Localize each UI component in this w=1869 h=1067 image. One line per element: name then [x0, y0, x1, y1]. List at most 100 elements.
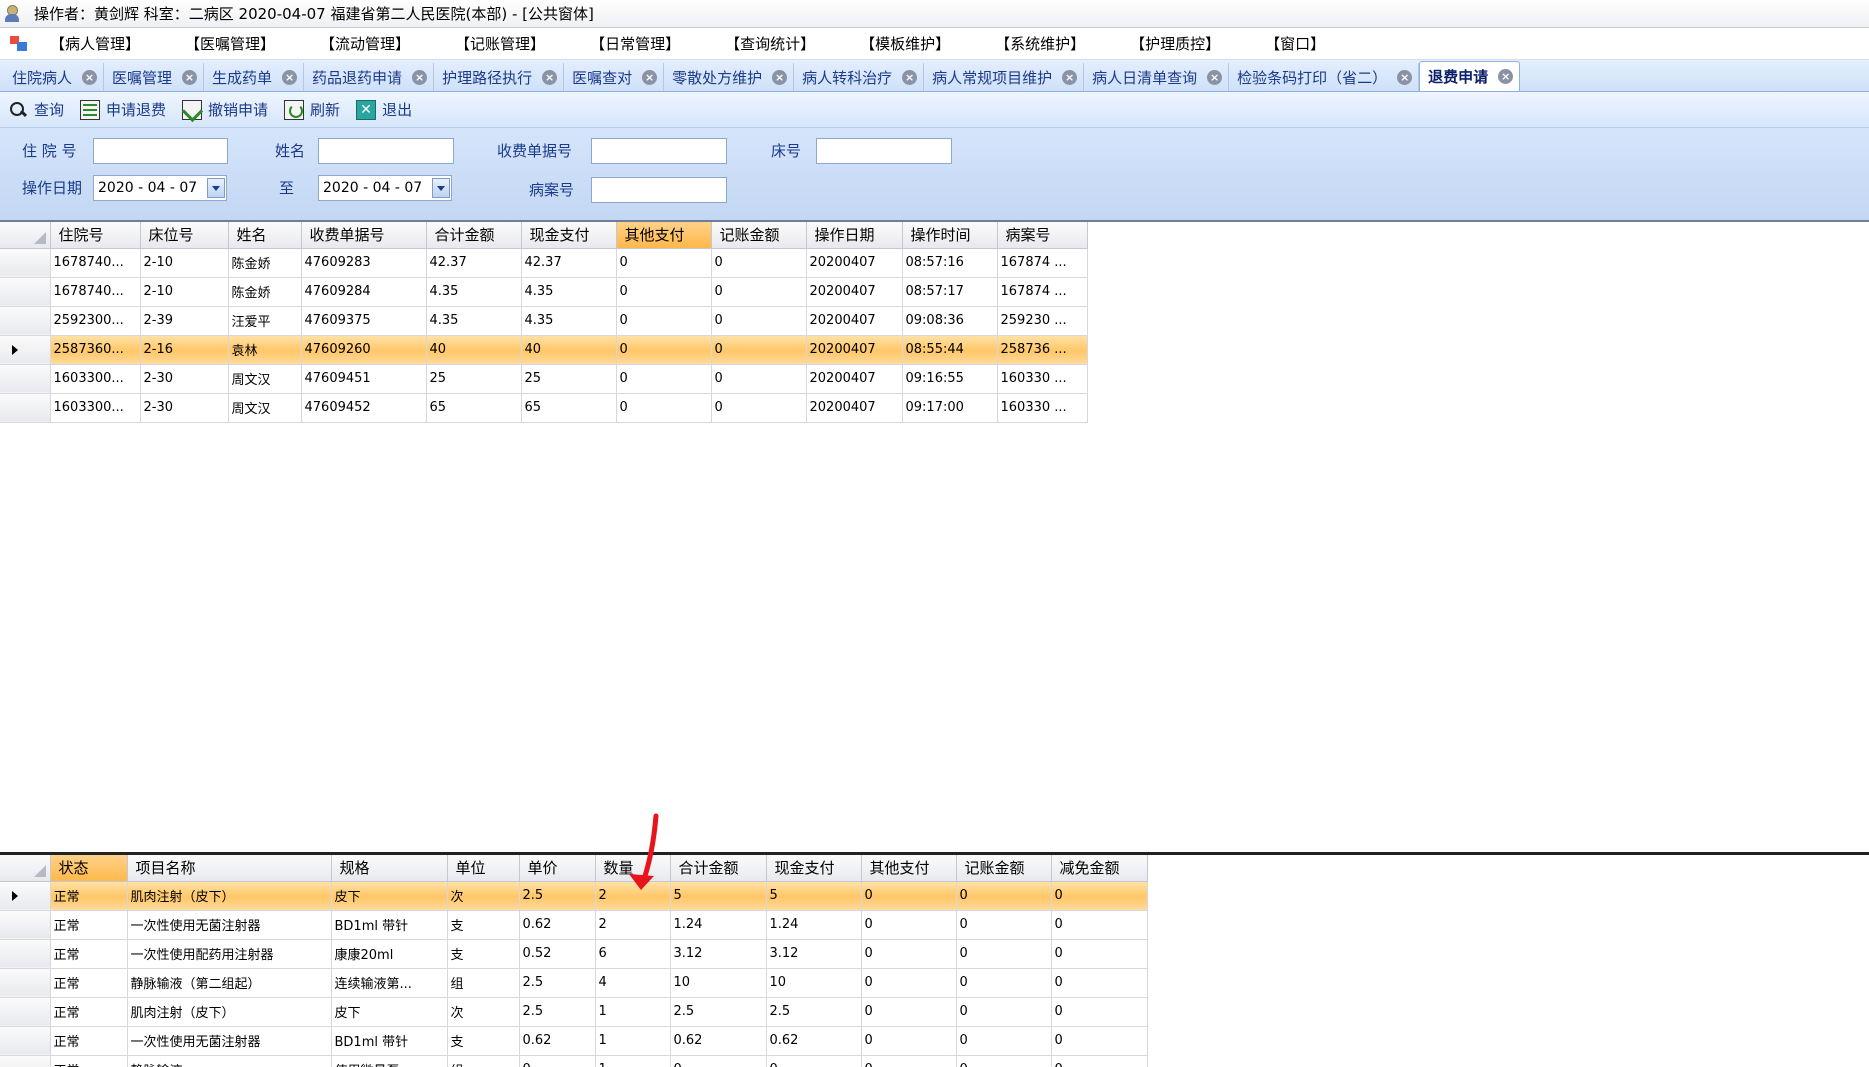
tab-2[interactable]: 生成药单 × [204, 63, 305, 91]
column-header[interactable]: 合计金额 [670, 855, 767, 882]
column-header[interactable]: 操作时间 [902, 222, 998, 249]
apply-refund-button[interactable]: 申请退费 [80, 99, 166, 120]
tab-9[interactable]: 病人日清单查询 × [1084, 63, 1230, 91]
exit-button[interactable]: 退出 [356, 99, 412, 120]
row-indicator[interactable] [0, 277, 51, 307]
menu-billing-management[interactable]: 【记账管理】 [455, 33, 545, 54]
row-indicator[interactable] [0, 306, 51, 336]
column-header[interactable]: 操作日期 [806, 222, 903, 249]
column-header[interactable]: 收费单据号 [301, 222, 427, 249]
admission-no-input[interactable] [93, 138, 228, 164]
tab-8[interactable]: 病人常规项目维护 × [924, 63, 1085, 91]
column-header[interactable]: 数量 [595, 855, 671, 882]
row-filler [1147, 910, 1156, 939]
table-row[interactable]: 2587360... 2-16 袁林 47609260 40 40 0 0 20200407 08… [0, 335, 1096, 365]
close-icon[interactable]: × [1207, 69, 1223, 85]
tab-6[interactable]: 零散处方维护 × [664, 63, 795, 91]
cancel-apply-button[interactable]: 撤销申请 [182, 99, 268, 120]
column-header[interactable]: 住院号 [50, 222, 141, 249]
close-icon[interactable]: × [282, 69, 298, 85]
row-indicator[interactable] [0, 997, 51, 1027]
menu-patient-management[interactable]: 【病人管理】 [50, 33, 140, 54]
column-header[interactable]: 单位 [447, 855, 520, 882]
menu-daily-management[interactable]: 【日常管理】 [590, 33, 680, 54]
close-icon[interactable]: × [412, 69, 428, 85]
tab-1[interactable]: 医嘱管理 × [104, 63, 205, 91]
column-header[interactable]: 床位号 [140, 222, 229, 249]
table-row[interactable]: 正常 肌肉注射（皮下） 皮下次 2.5 1 2.5 2.5 0 0 0 [0, 997, 1156, 1027]
column-header[interactable]: 项目名称 [127, 855, 332, 882]
window-menu-icon[interactable] [10, 35, 28, 52]
row-indicator[interactable] [0, 364, 51, 394]
table-row[interactable]: 正常 静脉输液（第二组起） 连续输液第... 组 2.5 4 10 10 0 0 0 [0, 968, 1156, 998]
tab-10[interactable]: 检验条码打印（省二） × [1229, 63, 1420, 91]
close-icon[interactable]: × [1397, 69, 1413, 85]
select-all-corner[interactable] [0, 222, 51, 249]
name-input[interactable] [318, 138, 454, 164]
close-icon[interactable]: × [542, 69, 558, 85]
tab-5[interactable]: 医嘱查对 × [564, 63, 665, 91]
row-indicator[interactable] [0, 1055, 51, 1067]
chevron-down-icon[interactable] [207, 178, 225, 198]
column-header[interactable]: 合计金额 [426, 222, 522, 249]
column-header[interactable]: 单价 [519, 855, 596, 882]
date-from-picker[interactable]: 2020 - 04 - 07 [93, 175, 227, 201]
menu-window[interactable]: 【窗口】 [1265, 33, 1325, 54]
close-icon[interactable]: × [182, 69, 198, 85]
column-header[interactable]: 状态 [50, 855, 128, 882]
column-header[interactable]: 其他支付 [861, 855, 957, 882]
refresh-button[interactable]: 刷新 [284, 99, 340, 120]
close-icon[interactable]: × [82, 69, 98, 85]
row-indicator[interactable] [0, 1026, 51, 1056]
row-indicator[interactable] [0, 248, 51, 278]
column-header[interactable]: 其他支付 [616, 222, 712, 249]
table-row[interactable]: 正常 一次性使用无菌注射器 BD1ml 带针支 0.62 2 1.24 1.24 0 0 0 [0, 910, 1156, 940]
table-row[interactable]: 1678740... 2-10 陈金娇 47609284 4.35 4.35 0 0 20200… [0, 277, 1096, 307]
table-row[interactable]: 正常静脉输液使用微量泵组0100000 [0, 1055, 1156, 1067]
column-header[interactable]: 姓名 [228, 222, 302, 249]
table-row[interactable]: 1603300... 2-30 周文汉 47609451 25 25 0 0 20200407 0… [0, 364, 1096, 394]
close-icon[interactable]: × [1062, 69, 1078, 85]
table-row[interactable]: 1678740... 2-10 陈金娇 47609283 42.37 42.37 0 0 202… [0, 248, 1096, 278]
query-button[interactable]: 查询 [8, 99, 64, 120]
select-all-corner[interactable] [0, 855, 51, 882]
menu-flow-management[interactable]: 【流动管理】 [320, 33, 410, 54]
table-row[interactable]: 正常 一次性使用无菌注射器 BD1ml 带针支 0.62 1 0.62 0.62 0 0 0 [0, 1026, 1156, 1056]
case-no-input[interactable] [591, 177, 727, 203]
tab-11[interactable]: 退费申请 × [1419, 61, 1521, 91]
column-header[interactable]: 病案号 [997, 222, 1088, 249]
menu-order-management[interactable]: 【医嘱管理】 [185, 33, 275, 54]
table-row[interactable]: 2592300... 2-39 汪爱平 47609375 4.35 4.35 0 0 20200… [0, 306, 1096, 336]
table-row[interactable]: 正常 一次性使用配药用注射器 康康20ml 支 0.52 6 3.12 3.12 0 0 0 [0, 939, 1156, 969]
column-header[interactable]: 记账金额 [711, 222, 807, 249]
close-icon[interactable]: × [772, 69, 788, 85]
row-indicator[interactable] [0, 335, 51, 365]
table-row[interactable]: 正常 肌肉注射（皮下） 皮下次 2.5 2 5 5 0 0 0 [0, 881, 1156, 911]
bed-no-input[interactable] [816, 138, 952, 164]
row-indicator[interactable] [0, 968, 51, 998]
chevron-down-icon[interactable] [432, 178, 450, 198]
close-icon[interactable]: × [1498, 69, 1514, 84]
tab-4[interactable]: 护理路径执行 × [434, 63, 565, 91]
column-header[interactable]: 现金支付 [521, 222, 617, 249]
column-header[interactable]: 减免金额 [1051, 855, 1148, 882]
row-indicator[interactable] [0, 939, 51, 969]
tab-7[interactable]: 病人转科治疗 × [794, 63, 925, 91]
close-icon[interactable]: × [642, 69, 658, 85]
row-indicator[interactable] [0, 881, 51, 911]
row-indicator[interactable] [0, 393, 51, 423]
date-to-picker[interactable]: 2020 - 04 - 07 [318, 175, 452, 201]
column-header[interactable]: 记账金额 [956, 855, 1052, 882]
receipt-no-input[interactable] [591, 138, 727, 164]
row-indicator[interactable] [0, 910, 51, 940]
menu-query-statistics[interactable]: 【查询统计】 [725, 33, 815, 54]
menu-template-maintenance[interactable]: 【模板维护】 [860, 33, 950, 54]
menu-system-maintenance[interactable]: 【系统维护】 [995, 33, 1085, 54]
column-header[interactable]: 现金支付 [766, 855, 862, 882]
tab-3[interactable]: 药品退药申请 × [304, 63, 435, 91]
table-row[interactable]: 1603300... 2-30 周文汉 47609452 65 65 0 0 20200407 0… [0, 393, 1096, 423]
menu-nursing-quality[interactable]: 【护理质控】 [1130, 33, 1220, 54]
tab-0[interactable]: 住院病人 × [4, 63, 105, 91]
close-icon[interactable]: × [902, 69, 918, 85]
column-header[interactable]: 规格 [331, 855, 448, 882]
